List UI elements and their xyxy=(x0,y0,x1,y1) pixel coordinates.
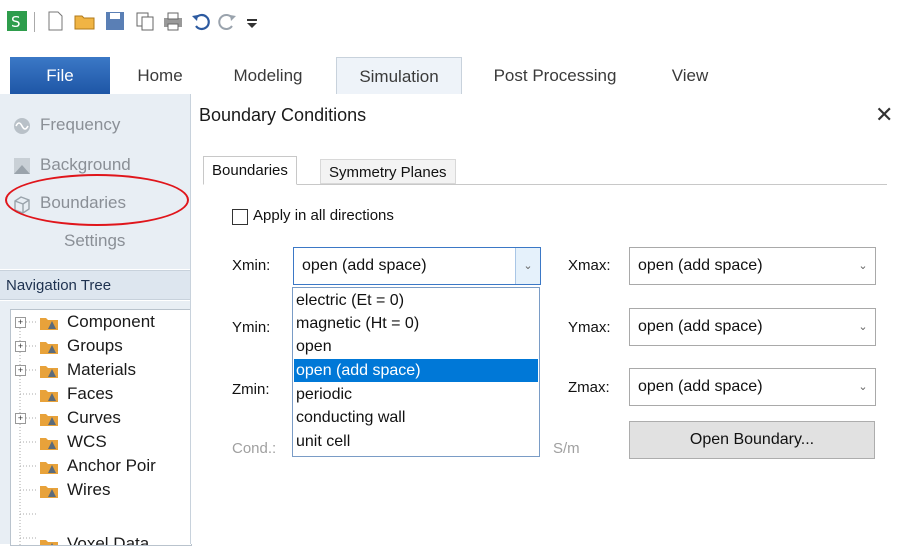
background-label: Background xyxy=(40,155,131,174)
tree-item-groups[interactable]: Groups xyxy=(39,334,123,358)
folder-icon xyxy=(40,341,58,354)
open-folder-icon[interactable] xyxy=(74,10,96,32)
close-icon[interactable]: ✕ xyxy=(875,102,893,128)
redo-icon[interactable] xyxy=(216,10,238,32)
chevron-down-icon[interactable]: ⌄ xyxy=(851,309,875,345)
xmin-label: Xmin: xyxy=(232,257,271,274)
tree-item-label: Faces xyxy=(67,384,114,403)
expand-icon[interactable]: + xyxy=(15,317,26,328)
folder-icon xyxy=(40,413,58,426)
xmax-label: Xmax: xyxy=(568,257,611,274)
chevron-down-icon[interactable]: ⌄ xyxy=(851,248,875,284)
folder-icon xyxy=(40,461,58,474)
folder-icon xyxy=(40,389,58,402)
ymin-label: Ymin: xyxy=(232,319,271,336)
option-open[interactable]: open xyxy=(294,335,538,358)
tree-item-label: Materials xyxy=(67,360,136,379)
tab-symmetry-planes[interactable]: Symmetry Planes xyxy=(320,159,456,184)
cond-label: Cond.: xyxy=(232,440,277,457)
navigation-tree-panel: + + + + Component Groups Materials Faces… xyxy=(0,301,192,546)
folder-icon xyxy=(40,539,58,545)
save-icon[interactable] xyxy=(104,10,126,32)
frequency-button[interactable]: Frequency xyxy=(12,111,120,139)
tree-item-curves[interactable]: Curves xyxy=(39,406,121,430)
svg-text:S: S xyxy=(11,13,21,31)
navigation-tree: + + + + Component Groups Materials Faces… xyxy=(10,309,192,546)
tree-item-label: Voxel Data xyxy=(67,534,150,546)
tab-modeling[interactable]: Modeling xyxy=(218,57,318,94)
tab-view[interactable]: View xyxy=(655,57,725,94)
undo-icon[interactable] xyxy=(190,10,212,32)
tree-item-label: Wires xyxy=(67,480,111,499)
xmin-dropdown-list: electric (Et = 0) magnetic (Ht = 0) open… xyxy=(292,287,540,457)
boundary-conditions-dialog: Boundary Conditions ✕ Boundaries Symmetr… xyxy=(190,94,900,544)
xmax-select[interactable]: open (add space) ⌄ xyxy=(629,247,876,285)
frequency-label: Frequency xyxy=(40,115,121,134)
tree-item-faces[interactable]: Faces xyxy=(39,382,113,406)
navigation-tree-header: Navigation Tree xyxy=(0,270,190,300)
new-file-icon[interactable] xyxy=(44,10,66,32)
tree-item-components[interactable]: Component xyxy=(39,310,155,334)
xmin-select[interactable]: open (add space) ⌄ xyxy=(293,247,541,285)
expand-icon[interactable]: + xyxy=(15,341,26,352)
tree-item-anchor-points[interactable]: Anchor Poir xyxy=(39,454,156,478)
tree-item-label: Anchor Poir xyxy=(67,456,156,475)
tab-boundaries[interactable]: Boundaries xyxy=(203,156,297,185)
tree-item-label: Component xyxy=(67,312,155,331)
settings-button[interactable]: Settings xyxy=(64,227,125,255)
tree-item-label: WCS xyxy=(67,432,107,451)
expand-icon[interactable]: + xyxy=(15,365,26,376)
chevron-down-icon[interactable]: ⌄ xyxy=(515,248,540,284)
customize-toolbar-icon[interactable] xyxy=(242,10,264,32)
option-periodic[interactable]: periodic xyxy=(294,383,538,406)
tab-file[interactable]: File xyxy=(10,57,110,94)
print-icon[interactable] xyxy=(162,10,184,32)
xmin-value: open (add space) xyxy=(302,257,427,274)
option-open-add-space[interactable]: open (add space) xyxy=(294,359,538,382)
ymax-value: open (add space) xyxy=(638,318,763,335)
tree-item-label: Groups xyxy=(67,336,123,355)
dialog-tab-bar: Boundaries Symmetry Planes xyxy=(203,156,887,185)
background-icon xyxy=(14,157,30,174)
tab-simulation[interactable]: Simulation xyxy=(336,57,462,95)
apply-all-checkbox[interactable] xyxy=(232,209,248,225)
expand-icon[interactable]: + xyxy=(15,413,26,424)
xmax-value: open (add space) xyxy=(638,257,763,274)
tab-post-processing[interactable]: Post Processing xyxy=(475,57,635,94)
ribbon-tab-bar: File Home Modeling Simulation Post Proce… xyxy=(0,57,900,95)
zmax-select[interactable]: open (add space) ⌄ xyxy=(629,368,876,406)
folder-icon xyxy=(40,485,58,498)
zmax-label: Zmax: xyxy=(568,379,610,396)
option-conducting-wall[interactable]: conducting wall xyxy=(294,406,538,429)
tab-home[interactable]: Home xyxy=(125,57,195,94)
option-electric[interactable]: electric (Et = 0) xyxy=(294,289,538,312)
ymax-label: Ymax: xyxy=(568,319,611,336)
frequency-icon xyxy=(14,117,30,134)
folder-icon xyxy=(40,365,58,378)
open-boundary-button[interactable]: Open Boundary... xyxy=(629,421,875,459)
quick-access-toolbar: S xyxy=(0,0,900,44)
copy-icon[interactable] xyxy=(134,10,156,32)
chevron-down-icon[interactable]: ⌄ xyxy=(851,369,875,405)
option-magnetic[interactable]: magnetic (Ht = 0) xyxy=(294,312,538,335)
folder-icon xyxy=(40,437,58,450)
tree-item-wires[interactable]: Wires xyxy=(39,478,110,502)
zmax-value: open (add space) xyxy=(638,378,763,395)
annotation-circle xyxy=(5,174,189,226)
tree-item-materials[interactable]: Materials xyxy=(39,358,136,382)
zmin-label: Zmin: xyxy=(232,381,270,398)
apply-all-label: Apply in all directions xyxy=(253,207,394,224)
cond-unit: S/m xyxy=(553,440,580,457)
ymax-select[interactable]: open (add space) ⌄ xyxy=(629,308,876,346)
tree-item-label: Curves xyxy=(67,408,121,427)
folder-icon xyxy=(40,317,58,330)
app-logo-icon: S xyxy=(7,11,27,31)
dialog-title: Boundary Conditions xyxy=(199,105,367,125)
option-unit-cell[interactable]: unit cell xyxy=(294,430,538,453)
tree-item-wcs[interactable]: WCS xyxy=(39,430,107,454)
